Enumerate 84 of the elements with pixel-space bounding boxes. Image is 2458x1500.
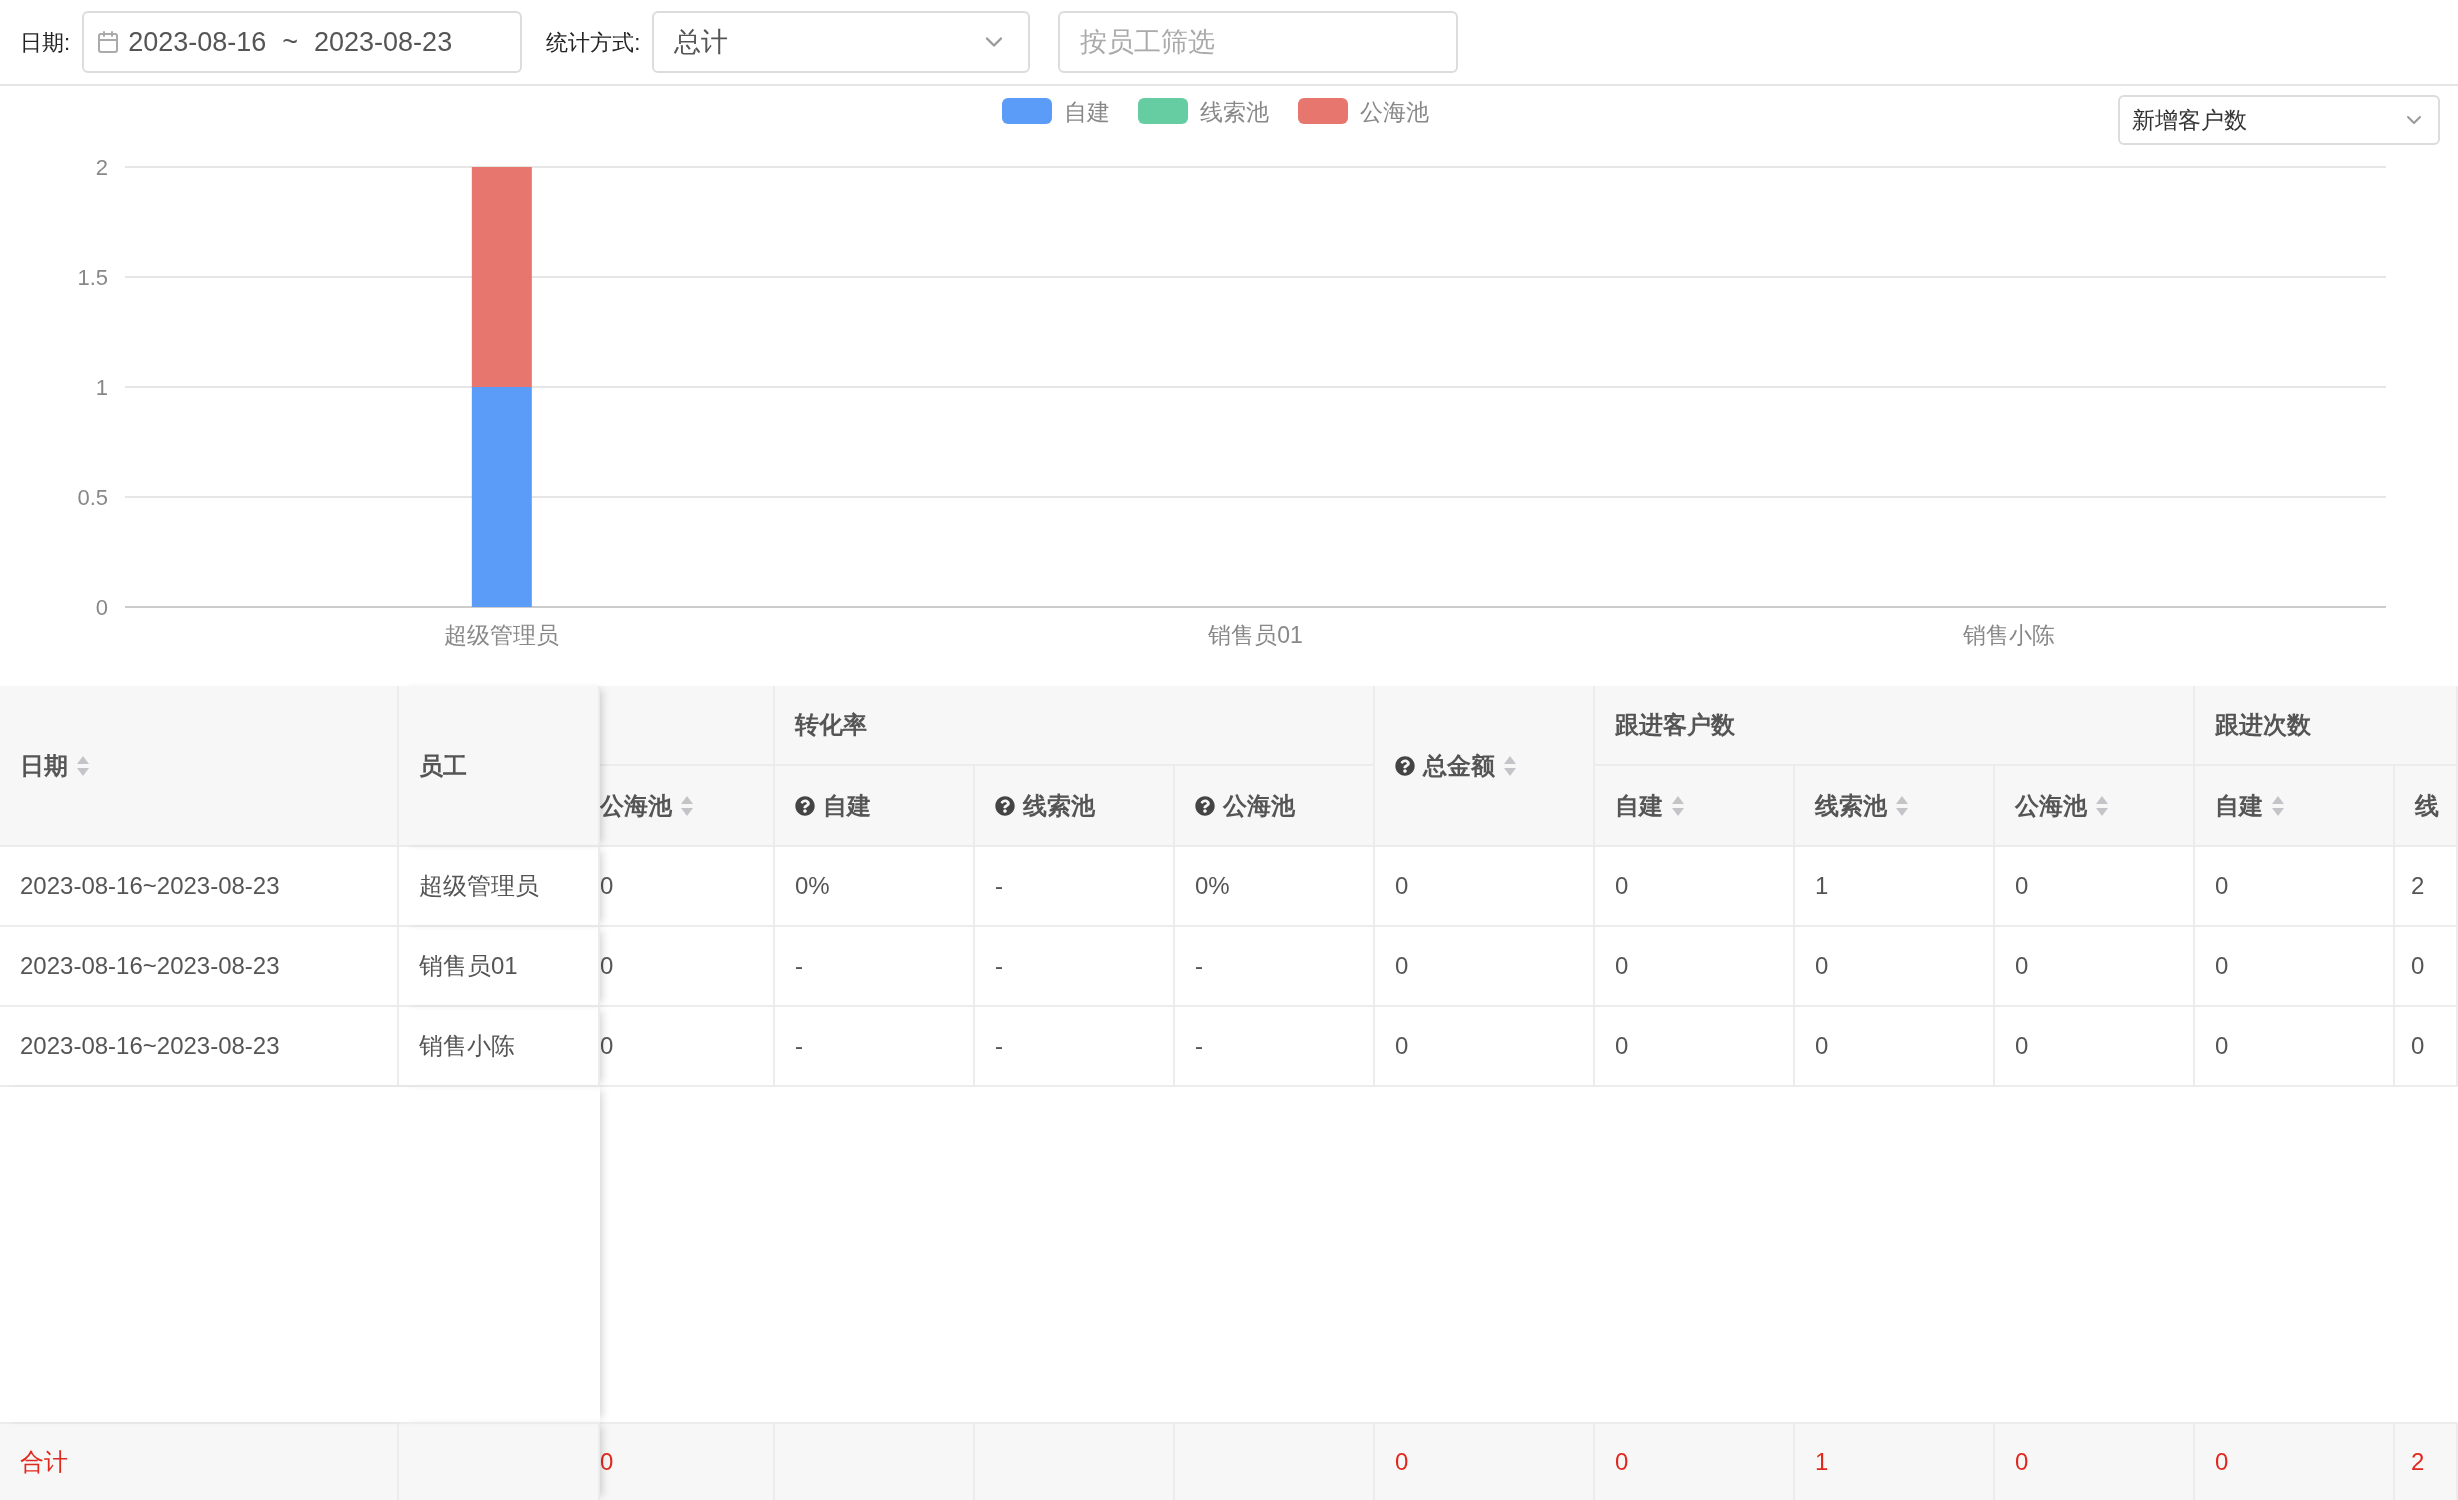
table-cell: 2023-08-16~2023-08-23 <box>0 1007 399 1087</box>
column-header: 员工 <box>419 750 467 781</box>
table-cell: 0 <box>2195 847 2395 927</box>
legend-label: 线索池 <box>1200 99 1269 125</box>
table-cell: 0 <box>1595 847 1795 927</box>
table-cell: - <box>975 1007 1175 1087</box>
column-header: 日期 <box>20 750 68 781</box>
x-axis-label: 销售小陈 <box>1963 622 2056 648</box>
table-cell: 0 <box>1375 1007 1595 1087</box>
group-header: 跟进客户数 <box>1615 710 1735 740</box>
x-axis-label: 超级管理员 <box>444 622 560 648</box>
table-cell: - <box>775 1007 975 1087</box>
help-icon[interactable] <box>795 795 815 816</box>
group-header: 跟进次数 <box>2215 710 2311 740</box>
table-cell: 0 <box>1795 927 1995 1007</box>
calendar-icon <box>96 30 121 54</box>
table-cell: 0 <box>600 1422 775 1500</box>
legend-item[interactable]: 自建 <box>1002 98 1110 125</box>
help-icon[interactable] <box>1395 755 1415 776</box>
table-cell: 0 <box>1995 1007 2195 1087</box>
y-tick-label: 0 <box>95 595 108 620</box>
table-cell: 1 <box>1795 1422 1995 1500</box>
table-cell: 0 <box>2395 927 2458 1007</box>
table-cell: 1 <box>1795 847 1995 927</box>
mode-label: 统计方式: <box>546 28 641 57</box>
table-cell: 0 <box>1375 927 1595 1007</box>
table-cell: - <box>975 927 1175 1007</box>
table-cell: 0 <box>600 847 775 927</box>
table-cell: 销售员01 <box>399 927 600 1007</box>
table-cell: 2 <box>2395 1422 2458 1500</box>
table-cell: - <box>1175 927 1375 1007</box>
table-cell: 0% <box>775 847 975 927</box>
column-header: 公海池 <box>1223 790 1295 821</box>
table-cell: 0 <box>1795 1007 1995 1087</box>
table-cell: 0 <box>2395 1007 2458 1087</box>
table-cell: - <box>975 847 1175 927</box>
y-tick-label: 2 <box>95 155 108 180</box>
column-header: 线 <box>2415 790 2439 821</box>
column-header: 线索池 <box>1023 790 1095 821</box>
table-cell: 2023-08-16~2023-08-23 <box>0 847 399 927</box>
employee-filter-field[interactable]: 按员工筛选 <box>1058 11 1459 73</box>
help-icon[interactable] <box>1195 795 1215 816</box>
table-cell: 销售小陈 <box>399 1007 600 1087</box>
table-cell: 超级管理员 <box>399 847 600 927</box>
table-cell: - <box>775 927 975 1007</box>
table-cell: 0 <box>1995 927 2195 1007</box>
table-cell: 0 <box>2195 1422 2395 1500</box>
table-cell: 0 <box>1375 847 1595 927</box>
table-cell: 2023-08-16~2023-08-23 <box>0 927 399 1007</box>
legend-item[interactable]: 公海池 <box>1298 98 1429 125</box>
date-range-picker[interactable]: 2023-08-16 ~ 2023-08-23 <box>82 11 523 73</box>
column-header: 公海池 <box>600 790 672 821</box>
legend-item[interactable]: 线索池 <box>1138 98 1269 125</box>
table-cell: 2 <box>2395 847 2458 927</box>
group-header: 转化率 <box>795 710 867 740</box>
table-cell: 0% <box>1175 847 1375 927</box>
column-header: 自建 <box>1615 790 1663 821</box>
table-cell: - <box>1175 1007 1375 1087</box>
y-tick-label: 1 <box>95 375 108 400</box>
mode-select[interactable]: 总计 <box>652 11 1031 73</box>
table-cell: 0 <box>600 1007 775 1087</box>
date-label: 日期: <box>20 28 71 57</box>
table-cell: 0 <box>1595 1422 1795 1500</box>
table-cell: 0 <box>1995 1422 2195 1500</box>
legend-label: 自建 <box>1064 99 1110 125</box>
column-header: 总金额 <box>1423 750 1495 781</box>
table-cell: 0 <box>1595 927 1795 1007</box>
table-cell: 0 <box>2195 1007 2395 1087</box>
metric-select[interactable]: 新增客户数 <box>2118 95 2440 145</box>
y-tick-label: 0.5 <box>77 485 108 510</box>
legend-label: 公海池 <box>1360 99 1429 125</box>
column-header: 自建 <box>2215 790 2263 821</box>
table-cell: 0 <box>2195 927 2395 1007</box>
help-icon[interactable] <box>995 795 1015 816</box>
column-header: 线索池 <box>1815 790 1887 821</box>
table-cell: 0 <box>1595 1007 1795 1087</box>
column-header: 公海池 <box>2015 790 2087 821</box>
table-cell: 合计 <box>0 1422 399 1500</box>
x-axis-label: 销售员01 <box>1208 622 1303 648</box>
table-cell: 0 <box>600 927 775 1007</box>
table-cell: 0 <box>1375 1422 1595 1500</box>
y-tick-label: 1.5 <box>77 265 108 290</box>
table-cell: 0 <box>1995 847 2195 927</box>
column-header: 自建 <box>823 790 871 821</box>
